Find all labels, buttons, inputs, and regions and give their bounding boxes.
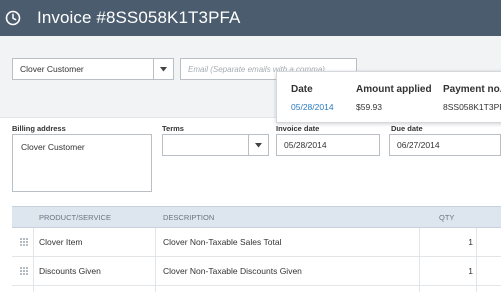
invoice-date-value: 05/28/2014 [284,140,327,150]
column-divider [33,286,34,292]
column-header-description[interactable]: DESCRIPTION [163,207,214,229]
popup-amount-header: Amount applied [356,84,432,95]
billing-address-value: Clover Customer [21,142,85,152]
due-date-label: Due date [391,124,423,133]
chevron-down-icon[interactable] [248,135,268,155]
column-header-qty[interactable]: QTY [439,207,454,229]
due-date-value: 06/27/2014 [397,140,440,150]
invoice-date-field[interactable]: 05/28/2014 [276,134,380,156]
popup-date-link[interactable]: 05/28/2014 [291,102,334,112]
payment-popup: Date Amount applied Payment no. 05/28/20… [276,71,501,123]
line-items-table: PRODUCT/SERVICE DESCRIPTION QTY Clover I… [12,206,501,292]
popup-payment-no-header: Payment no. [443,84,501,95]
table-row[interactable]: Discounts Given Clover Non-Taxable Disco… [12,257,501,286]
column-divider [419,207,420,227]
column-divider [155,207,156,227]
column-divider [155,286,156,292]
popup-payment-no-value: 8SS058K1T3PFA [443,102,501,112]
product-cell[interactable]: Discounts Given [39,257,101,285]
column-divider [476,228,477,256]
column-header-product[interactable]: PRODUCT/SERVICE [39,207,111,229]
column-divider [33,257,34,285]
drag-handle-icon[interactable] [20,267,29,276]
product-cell[interactable]: Clover Item [39,228,82,256]
billing-address-label: Billing address [12,124,66,133]
chevron-down-icon[interactable] [153,59,173,79]
due-date-field[interactable]: 06/27/2014 [389,134,501,156]
qty-cell[interactable]: 1 [419,228,473,256]
billing-address-field[interactable]: Clover Customer [12,134,152,192]
column-divider [476,286,477,292]
column-divider [419,257,420,285]
popup-amount-value: $59.93 [356,102,382,112]
column-divider [419,286,420,292]
customer-select[interactable]: Clover Customer [12,58,174,80]
page-title: Invoice #8SS058K1T3PFA [37,8,241,27]
popup-date-header: Date [291,84,313,95]
column-divider [155,257,156,285]
drag-handle-icon[interactable] [20,238,29,247]
column-divider [476,257,477,285]
column-divider [155,228,156,256]
qty-cell[interactable]: 1 [419,257,473,285]
column-divider [476,207,477,227]
terms-label: Terms [162,124,184,133]
table-row[interactable]: Clover Item Clover Non-Taxable Sales Tot… [12,228,501,257]
table-header: PRODUCT/SERVICE DESCRIPTION QTY [12,206,501,228]
customer-select-value: Clover Customer [20,64,84,74]
invoice-header: Invoice #8SS058K1T3PFA [0,0,501,36]
terms-select[interactable] [162,134,269,156]
column-divider [419,228,420,256]
column-divider [33,207,34,227]
description-cell[interactable]: Clover Non-Taxable Discounts Given [163,257,302,285]
invoice-date-label: Invoice date [276,124,320,133]
table-row[interactable] [12,286,501,292]
description-cell[interactable]: Clover Non-Taxable Sales Total [163,228,281,256]
column-divider [33,228,34,256]
clock-icon[interactable] [4,9,22,27]
